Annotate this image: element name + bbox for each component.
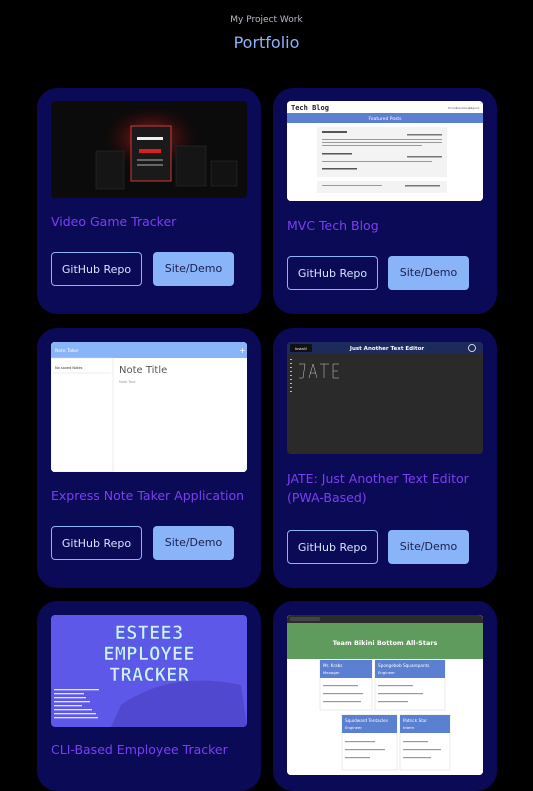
github-repo-button[interactable]: GitHub Repo (287, 530, 378, 564)
project-card-mvc-tech-blog: Tech Blog Home Dashboard Logout Featured… (273, 88, 497, 314)
project-title: Express Note Taker Application (51, 488, 245, 503)
team-member-card: Patrick Star Intern (399, 714, 451, 771)
project-screenshot[interactable]: Install! Just Another Text Editor (287, 342, 483, 454)
project-screenshot[interactable]: Note Taker + No saved Notes Note Title N… (51, 342, 247, 472)
project-screenshot[interactable]: ESTEE3 EMPLOYEE TRACKER (51, 615, 247, 727)
project-card-employee-tracker: ESTEE3 EMPLOYEE TRACKER CLI-Based Employ… (37, 601, 261, 791)
member-role: Engineer (378, 670, 395, 675)
project-card-video-game-tracker: Video Game Tracker GitHub Repo Site/Demo (37, 88, 261, 314)
project-screenshot[interactable] (51, 101, 247, 198)
note-app-name: Note Taker (55, 348, 79, 354)
site-demo-button[interactable]: Site/Demo (388, 530, 469, 564)
project-screenshot[interactable]: Team Bikini Bottom All-Stars Mr. Krabs M… (287, 615, 483, 775)
member-name: Squidward Tentacles (345, 718, 388, 723)
svg-text:+: + (239, 346, 246, 355)
blog-brand: Tech Blog (291, 104, 329, 112)
site-demo-button[interactable]: Site/Demo (153, 526, 234, 560)
site-demo-button[interactable]: Site/Demo (388, 256, 469, 290)
tracker-logo-line1: ESTEE3 (115, 622, 184, 644)
member-name: Mr. Krabs (323, 663, 343, 668)
page-title: Portfolio (233, 33, 300, 52)
tracker-logo-line3: TRACKER (109, 664, 190, 686)
github-repo-button[interactable]: GitHub Repo (51, 526, 142, 560)
project-title: CLI-Based Employee Tracker (51, 742, 228, 757)
member-role: Manager (323, 670, 340, 675)
member-name: Spongebob Squarepants (378, 663, 429, 668)
section-eyebrow: My Project Work (230, 15, 303, 25)
note-empty-label: No saved Notes (55, 366, 83, 370)
note-text-field: Note Text (119, 380, 136, 384)
team-heading: Team Bikini Bottom All-Stars (333, 639, 438, 647)
team-member-card: Squidward Tentacles Engineer (341, 714, 398, 771)
site-demo-button[interactable]: Site/Demo (153, 252, 234, 286)
team-member-card: Spongebob Squarepants Engineer (374, 659, 446, 711)
github-repo-button[interactable]: GitHub Repo (287, 256, 378, 290)
blog-featured-heading: Featured Posts (368, 116, 402, 122)
jate-install-button: Install! (295, 347, 307, 351)
note-title-field: Note Title (119, 365, 167, 376)
team-member-card: Mr. Krabs Manager (319, 659, 373, 711)
member-role: Intern (403, 725, 415, 730)
project-title: MVC Tech Blog (287, 218, 379, 233)
project-screenshot[interactable]: Tech Blog Home Dashboard Logout Featured… (287, 101, 483, 201)
member-name: Patrick Star (403, 718, 427, 723)
blog-nav-logout: Logout (469, 106, 480, 110)
tracker-logo-line2: EMPLOYEE (103, 643, 195, 665)
project-card-team-profile: Team Bikini Bottom All-Stars Mr. Krabs M… (273, 601, 497, 791)
project-title: Video Game Tracker (51, 214, 177, 229)
project-card-note-taker: Note Taker + No saved Notes Note Title N… (37, 328, 261, 588)
member-role: Engineer (345, 725, 362, 730)
github-repo-button[interactable]: GitHub Repo (51, 252, 142, 286)
jate-heading: Just Another Text Editor (349, 346, 424, 352)
project-card-jate: Install! Just Another Text Editor JATE: … (273, 328, 497, 588)
project-title: JATE: Just Another Text Editor (PWA-Base… (287, 471, 469, 505)
